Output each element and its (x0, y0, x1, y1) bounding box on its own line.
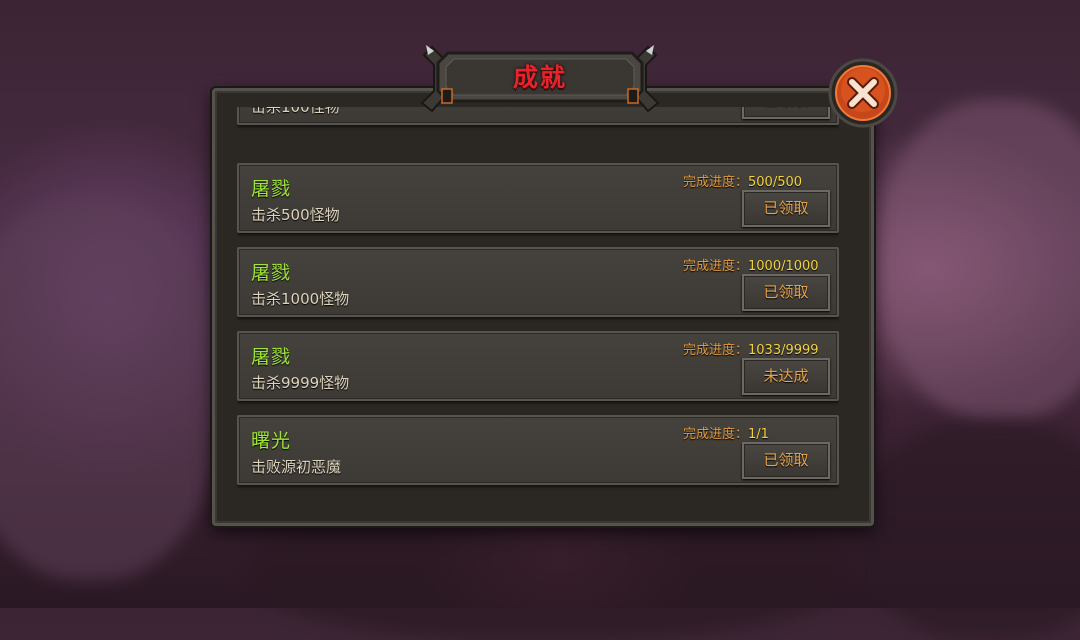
achievement-description: 击杀1000怪物 (251, 290, 350, 308)
achievement-row: 曙光击败源初恶魔 完成进度：1/1 已领取 (237, 415, 839, 485)
background-rock (860, 420, 1080, 640)
claim-reward-button[interactable]: 未达成 (742, 358, 830, 395)
achievement-description: 击杀500怪物 (251, 206, 340, 224)
progress-value: 1/1 (748, 427, 769, 442)
claim-reward-button[interactable]: 已领取 (742, 107, 830, 119)
progress-label: 完成进度： (683, 259, 749, 274)
claim-reward-button[interactable]: 已领取 (742, 274, 830, 311)
achievement-panel: 屠戮击杀100怪物已领取屠戮击杀500怪物完成进度：500/500已领取屠戮击杀… (212, 88, 874, 526)
claim-reward-button[interactable]: 已领取 (742, 190, 830, 227)
achievement-row: 屠戮击杀9999怪物 完成进度：1033/9999 未达成 (237, 331, 839, 401)
background-rock (0, 200, 220, 580)
progress-value: 1033/9999 (748, 343, 819, 358)
progress-value: 500/500 (748, 175, 803, 190)
page-title: 成就 (512, 63, 567, 92)
close-icon (828, 58, 898, 128)
achievement-list[interactable]: 屠戮击杀100怪物已领取屠戮击杀500怪物完成进度：500/500已领取屠戮击杀… (237, 107, 839, 501)
background-rock (880, 100, 1080, 420)
progress-label: 完成进度： (683, 427, 749, 442)
progress-label: 完成进度： (683, 343, 749, 358)
achievement-progress: 完成进度：1000/1000 (683, 255, 819, 274)
achievement-progress: 完成进度：500/500 (683, 171, 802, 190)
achievement-progress: 完成进度：1033/9999 (683, 339, 819, 358)
claim-reward-button[interactable]: 已领取 (742, 442, 830, 479)
achievement-row: 屠戮击杀500怪物 完成进度：500/500 已领取 (237, 163, 839, 233)
achievement-title: 屠戮 (251, 178, 292, 200)
achievement-title: 屠戮 (251, 346, 292, 368)
achievement-title: 屠戮 (251, 262, 292, 284)
achievement-row: 屠戮击杀1000怪物 完成进度：1000/1000 已领取 (237, 247, 839, 317)
achievement-title: 曙光 (251, 430, 292, 452)
achievement-description: 击杀9999怪物 (251, 374, 350, 392)
progress-label: 完成进度： (683, 175, 749, 190)
progress-value: 1000/1000 (748, 259, 819, 274)
close-button[interactable] (828, 58, 898, 128)
achievement-description: 击杀100怪物 (251, 107, 340, 116)
achievement-progress: 完成进度：1/1 (683, 423, 769, 442)
achievement-description: 击败源初恶魔 (251, 458, 342, 476)
